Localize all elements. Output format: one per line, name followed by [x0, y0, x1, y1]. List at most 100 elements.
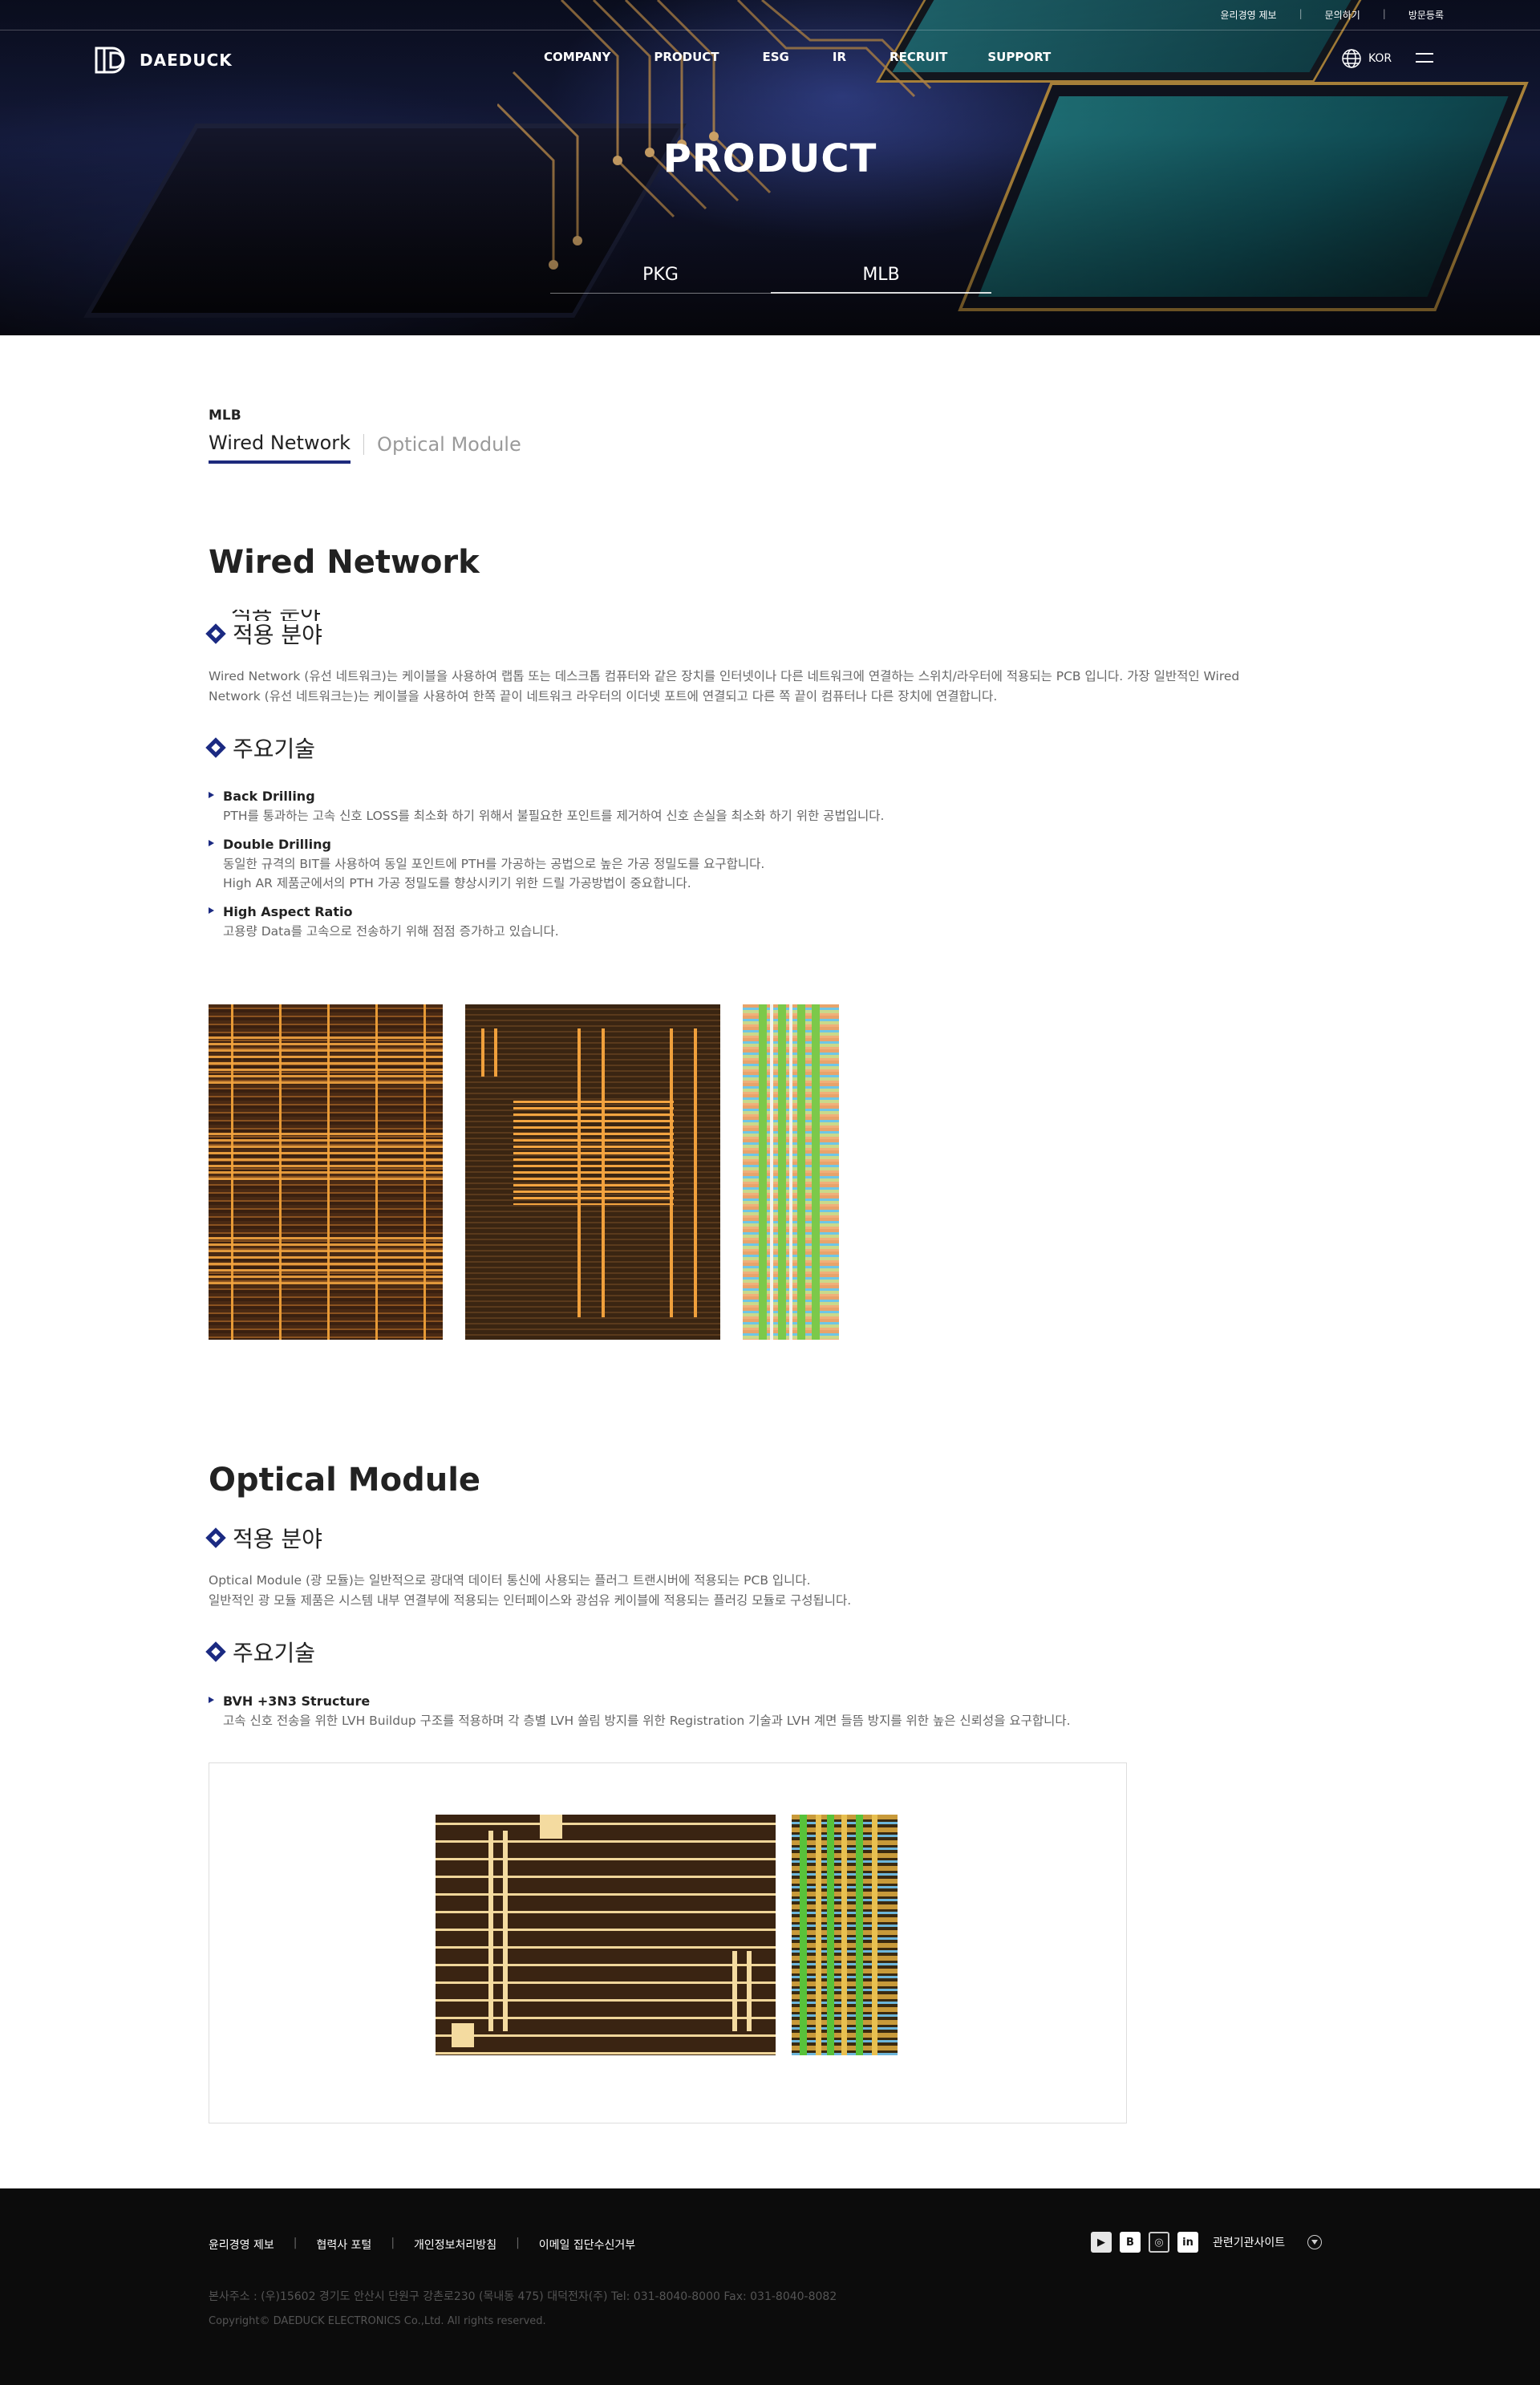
copyright: Copyright© DAEDUCK ELECTRONICS Co.,Ltd. …: [209, 2315, 546, 2327]
cross-section-image-2: [465, 1004, 720, 1340]
tech-desc: High AR 제품군에서의 PTH 가공 정밀도를 향상시키기 위한 드릴 가…: [223, 876, 691, 890]
image-via: [797, 1004, 805, 1340]
tab-optical-module[interactable]: Optical Module: [377, 433, 521, 462]
footer-link-ethics[interactable]: 윤리경영 제보: [209, 2237, 274, 2253]
diamond-bullet-icon: [205, 737, 226, 758]
diamond-bullet-icon: [205, 1641, 226, 1662]
image-via: [827, 1815, 834, 2055]
image-via: [856, 1815, 863, 2055]
image-via: [800, 1815, 807, 2055]
diamond-bullet-icon: [205, 1527, 226, 1548]
optical-application-heading: 적용 분야: [205, 1522, 322, 1554]
hero-title: PRODUCT: [663, 136, 877, 181]
tech-desc: PTH를 통과하는 고속 신호 LOSS를 최소화 하기 위해서 불필요한 포인…: [223, 809, 885, 823]
tech-name: Double Drilling: [223, 837, 331, 852]
util-link-inquiry[interactable]: 문의하기: [1325, 8, 1360, 22]
hero-tab-pkg[interactable]: PKG: [550, 262, 771, 294]
util-link-ethics-report[interactable]: 윤리경영 제보: [1221, 8, 1277, 22]
globe-icon: [1342, 49, 1361, 68]
social-links: ▶ B ◎ in 관련기관사이트: [1091, 2232, 1323, 2253]
image-via: [747, 1951, 752, 2031]
footer-link-privacy[interactable]: 개인정보처리방침: [414, 2237, 496, 2253]
nav-company[interactable]: COMPANY: [544, 50, 610, 64]
company-address: 본사주소 : (우)15602 경기도 안산시 단원구 강촌로230 (목내동 …: [209, 2290, 837, 2303]
util-separator: |: [1382, 8, 1386, 19]
utility-links: 윤리경영 제보 | 문의하기 | 방문등록: [1221, 8, 1445, 22]
language-selector[interactable]: KOR: [1341, 48, 1392, 69]
tech-item-back-drilling: Back Drilling PTH를 통과하는 고속 신호 LOSS를 최소화 …: [209, 787, 1323, 825]
nav-support[interactable]: SUPPORT: [987, 50, 1051, 64]
logo-mark-icon: [95, 47, 125, 74]
paragraph-line: Optical Module (광 모듈)는 일반적으로 광대역 데이터 통신에…: [209, 1573, 811, 1588]
footer-link-email-refusal[interactable]: 이메일 집단수신거부: [539, 2237, 635, 2253]
hamburger-menu-icon[interactable]: [1416, 53, 1433, 64]
image-via: [494, 1028, 497, 1077]
tech-desc: 동일한 규격의 BIT를 사용하여 동일 포인트에 PTH를 가공하는 공법으로…: [223, 857, 765, 871]
tab-divider: [363, 434, 365, 455]
tech-name: Back Drilling: [223, 789, 315, 804]
tab-wired-network[interactable]: Wired Network: [209, 432, 351, 464]
optical-tech-list: BVH +3N3 Structure 고속 신호 전송을 위한 LVH Buil…: [209, 1692, 1323, 1740]
content-tabs: Wired Network Optical Module: [209, 432, 521, 464]
image-band: [209, 1133, 443, 1181]
tech-item-bvh-structure: BVH +3N3 Structure 고속 신호 전송을 위한 LVH Buil…: [209, 1692, 1323, 1730]
image-via: [816, 1815, 821, 2055]
blog-icon[interactable]: B: [1120, 2232, 1141, 2253]
tech-name: High Aspect Ratio: [223, 904, 353, 919]
utility-bar: 윤리경영 제보 | 문의하기 | 방문등록: [0, 0, 1540, 30]
wired-tech-heading: 주요기술: [205, 732, 315, 764]
wired-application-heading: 적용 분야: [205, 618, 322, 650]
breadcrumb: MLB: [209, 408, 241, 424]
image-pad: [540, 1815, 562, 1839]
youtube-icon[interactable]: ▶: [1091, 2232, 1112, 2253]
wired-application-text: Wired Network (유선 네트워크)는 케이블을 사용하여 랩톱 또는…: [209, 667, 1323, 707]
footer-link-partner-portal[interactable]: 협력사 포털: [316, 2237, 371, 2253]
image-via: [789, 1004, 792, 1340]
hero-tab-mlb[interactable]: MLB: [771, 262, 991, 294]
heading-label: 적용 분야: [233, 1526, 322, 1552]
instagram-icon[interactable]: ◎: [1149, 2232, 1169, 2253]
footer-links: 윤리경영 제보 | 협력사 포털 | 개인정보처리방침 | 이메일 집단수신거부: [209, 2237, 635, 2253]
tech-desc: 고용량 Data를 고속으로 전송하기 위해 점점 증가하고 있습니다.: [223, 924, 559, 939]
linkedin-icon[interactable]: in: [1177, 2232, 1198, 2253]
hero-banner: 윤리경영 제보 | 문의하기 | 방문등록 DAEDUCK COMPANY PR…: [0, 0, 1540, 335]
section-title-optical: Optical Module: [209, 1462, 481, 1499]
related-sites-label[interactable]: 관련기관사이트: [1213, 2234, 1285, 2250]
image-via: [841, 1815, 847, 2055]
image-via: [770, 1004, 773, 1340]
image-via: [872, 1815, 877, 2055]
image-via: [732, 1951, 737, 2031]
image-via: [778, 1004, 786, 1340]
footer-separator: |: [391, 2237, 395, 2249]
nav-esg[interactable]: ESG: [763, 50, 789, 64]
nav-recruit[interactable]: RECRUIT: [890, 50, 947, 64]
tech-desc: 고속 신호 전송을 위한 LVH Buildup 구조를 적용하며 각 층별 L…: [223, 1714, 1071, 1728]
page: 윤리경영 제보 | 문의하기 | 방문등록 DAEDUCK COMPANY PR…: [0, 0, 1540, 2385]
optical-tech-heading: 주요기술: [205, 1636, 315, 1668]
hero-subtabs: PKG MLB: [550, 262, 991, 294]
chevron-down-icon[interactable]: [1307, 2235, 1323, 2249]
footer-separator: |: [293, 2237, 298, 2249]
nav-ir[interactable]: IR: [833, 50, 846, 64]
image-band: [513, 1101, 674, 1205]
util-link-visit-register[interactable]: 방문등록: [1408, 8, 1444, 22]
cross-section-image-1: [209, 1004, 443, 1340]
paragraph-line: Network (유선 네트워크는)는 케이블을 사용하여 한쪽 끝이 네트워크…: [209, 689, 998, 704]
wired-tech-list: Back Drilling PTH를 통과하는 고속 신호 LOSS를 최소화 …: [209, 787, 1323, 951]
tech-item-double-drilling: Double Drilling 동일한 규격의 BIT를 사용하여 동일 포인트…: [209, 835, 1323, 893]
logo-text: DAEDUCK: [140, 51, 233, 70]
util-separator: |: [1299, 8, 1303, 19]
diamond-bullet-icon: [205, 623, 226, 644]
image-via: [694, 1028, 697, 1317]
tech-name: BVH +3N3 Structure: [223, 1693, 371, 1709]
footer-separator: |: [516, 2237, 520, 2249]
paragraph-line: 일반적인 광 모듈 제품은 시스템 내부 연결부에 적용되는 인터페이스와 광섬…: [209, 1593, 852, 1608]
site-logo[interactable]: DAEDUCK: [95, 47, 233, 74]
image-via: [488, 1831, 493, 2031]
image-via: [503, 1831, 508, 2031]
nav-product[interactable]: PRODUCT: [654, 50, 719, 64]
heading-label: 적용 분야: [233, 622, 322, 648]
image-via: [812, 1004, 820, 1340]
site-footer: 윤리경영 제보 | 협력사 포털 | 개인정보처리방침 | 이메일 집단수신거부…: [0, 2188, 1540, 2385]
image-pad: [452, 2023, 474, 2047]
